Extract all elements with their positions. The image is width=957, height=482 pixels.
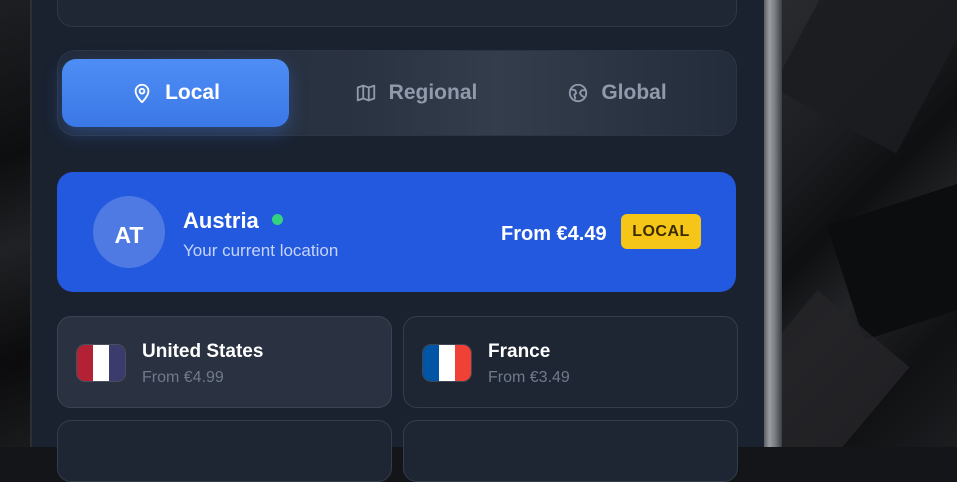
country-card[interactable] [403,420,738,482]
tab-local[interactable]: Local [62,59,289,127]
globe-icon [569,83,588,103]
country-name: United States [142,341,264,362]
current-price: From €4.49 [501,223,607,245]
device-frame-right [764,0,782,447]
background-right [782,0,957,447]
country-name: France [488,341,551,362]
country-card[interactable] [57,420,392,482]
local-badge: LOCAL [621,214,701,249]
tab-regional-label: Regional [388,81,478,104]
tab-local-label: Local [165,81,220,104]
current-country-name: Austria [183,208,259,233]
tab-global[interactable]: Global [503,59,731,127]
current-location-card[interactable]: AT Austria Your current location From €4… [57,172,736,292]
us-flag-icon [76,344,126,382]
current-location-subtitle: Your current location [183,241,339,260]
tab-global-label: Global [601,81,667,104]
region-tabs: Local Regional Global [57,50,737,136]
country-price: From €3.49 [488,369,570,386]
country-price: From €4.99 [142,369,224,386]
top-card [57,0,737,27]
country-card-france[interactable]: France From €3.49 [403,316,738,408]
map-icon [356,84,375,102]
france-flag-icon [422,344,472,382]
online-status-dot [272,214,283,225]
background-left [0,0,32,447]
country-card-united-states[interactable]: United States From €4.99 [57,316,392,408]
map-pin-icon [134,83,150,104]
country-code-avatar: AT [93,196,165,268]
